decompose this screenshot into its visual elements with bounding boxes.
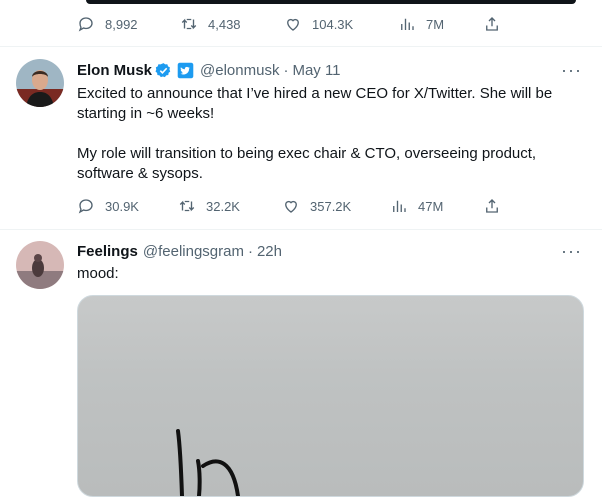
verified-badge-icon: [155, 62, 171, 77]
previous-tweet-media[interactable]: [86, 0, 576, 4]
tweet-text-2: My role will transition to being exec ch…: [77, 145, 537, 182]
like-icon: [287, 18, 299, 31]
user-handle[interactable]: @feelingsgram: [143, 243, 244, 260]
views-count: 47M: [418, 198, 444, 214]
retweet-icon: [179, 200, 195, 212]
display-name[interactable]: Elon Musk: [77, 62, 152, 79]
share-icon: [486, 17, 498, 31]
timestamp[interactable]: 22h: [257, 243, 282, 260]
views-button[interactable]: 47M: [390, 197, 443, 215]
more-options-icon[interactable]: ···: [561, 60, 582, 81]
reply-count: 30.9K: [105, 198, 139, 214]
retweet-count: 4,438: [208, 16, 241, 32]
separator-dot: ·: [283, 61, 289, 79]
user-handle[interactable]: @elonmusk: [200, 62, 279, 79]
views-button[interactable]: 7M: [398, 15, 444, 33]
reply-icon: [78, 199, 93, 214]
avatar[interactable]: [16, 59, 64, 107]
timestamp[interactable]: May 11: [292, 62, 340, 79]
tweet-header: Feelings @feelingsgram · 22h: [77, 241, 586, 261]
avatar[interactable]: [16, 241, 64, 289]
like-icon: [285, 200, 297, 213]
reply-button[interactable]: 30.9K: [77, 197, 139, 215]
share-icon: [486, 199, 498, 213]
display-name[interactable]: Feelings: [77, 243, 138, 260]
handwriting-image-icon: [176, 429, 240, 496]
tweet-text-1: Excited to announce that I’ve hired a ne…: [77, 85, 553, 122]
like-count: 357.2K: [310, 198, 352, 214]
like-button[interactable]: 357.2K: [282, 197, 351, 215]
tweet-actions: 30.9K 32.2K 357.2K 47M: [77, 197, 507, 217]
retweet-button[interactable]: 32.2K: [178, 197, 240, 215]
retweet-count: 32.2K: [206, 198, 240, 214]
retweet-icon: [181, 18, 197, 30]
more-options-icon[interactable]: ···: [561, 241, 582, 262]
views-icon: [401, 18, 414, 30]
tweet-text: mood:: [77, 265, 119, 282]
twitter-affiliate-badge-icon: [177, 62, 194, 78]
reply-button[interactable]: 8,992: [77, 15, 138, 33]
previous-tweet-actions: 8,992 4,438 104.3K 7M: [77, 15, 507, 35]
divider: [0, 229, 602, 230]
reply-count: 8,992: [105, 16, 138, 32]
like-count: 104.3K: [312, 16, 354, 32]
share-button[interactable]: [483, 197, 501, 215]
tweet-header: Elon Musk @elonmusk · May 11: [77, 60, 586, 80]
retweet-button[interactable]: 4,438: [180, 15, 241, 33]
reply-icon: [78, 17, 93, 32]
views-icon: [393, 200, 406, 212]
share-button[interactable]: [483, 15, 501, 33]
views-count: 7M: [426, 16, 445, 32]
separator-dot: ·: [247, 242, 253, 260]
divider: [0, 46, 602, 47]
like-button[interactable]: 104.3K: [284, 15, 353, 33]
tweet-image[interactable]: [77, 295, 584, 497]
